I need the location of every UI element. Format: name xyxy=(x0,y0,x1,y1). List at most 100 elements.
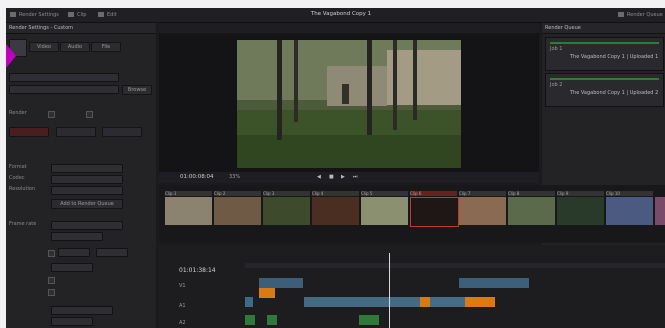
play-reverse-icon[interactable]: ◀ xyxy=(317,174,321,180)
viewer-controls: 01:00:08:04 33% ◀ ■ ▶ ⏭ xyxy=(159,172,539,183)
clip-image xyxy=(165,197,212,225)
video-export-toggle[interactable] xyxy=(9,127,49,137)
clip-label: Clip 2 xyxy=(214,191,261,196)
clip-label: Clip 3 xyxy=(263,191,310,196)
job-title: The Vagabond Copy 1 | Uploaded 2 xyxy=(570,90,659,96)
clip-thumb[interactable]: Clip 1 xyxy=(165,191,212,233)
codec-label: Codec xyxy=(9,175,25,181)
option-checkbox-1[interactable] xyxy=(48,277,55,284)
render-settings-toggle[interactable]: Render Settings xyxy=(10,12,59,18)
render-settings-header: Render Settings - Custom xyxy=(6,23,156,34)
edit-icon xyxy=(98,12,104,17)
codec-select[interactable] xyxy=(51,175,123,184)
render-job-1[interactable]: Job 1 The Vagabond Copy 1 | Uploaded 1 xyxy=(545,37,664,71)
clip-thumb[interactable]: Clip 2 xyxy=(214,191,261,233)
timeline-ruler[interactable] xyxy=(245,263,665,268)
clip-thumb[interactable]: Clip 3 xyxy=(263,191,310,233)
bitrate-field[interactable] xyxy=(51,263,93,272)
clip-label: Clip 6 xyxy=(410,191,457,196)
clip-image xyxy=(361,197,408,225)
individual-clips-radio[interactable] xyxy=(86,111,93,118)
location-input[interactable] xyxy=(9,85,119,94)
encode-checkbox[interactable] xyxy=(48,250,55,257)
clip-label: Clip 4 xyxy=(312,191,359,196)
track-label: A1 xyxy=(179,303,186,309)
timeline-panel: 01:01:38:14 V1 A1 A2 xyxy=(159,245,665,328)
video-clip[interactable] xyxy=(465,297,495,307)
audio-export-toggle[interactable] xyxy=(56,127,96,137)
play-icon[interactable]: ▶ xyxy=(341,174,345,180)
format-select[interactable] xyxy=(51,164,123,173)
track-label: A2 xyxy=(179,320,186,326)
tab-file[interactable]: File xyxy=(91,42,121,52)
render-job-2[interactable]: Job 2 The Vagabond Copy 1 | Uploaded 2 xyxy=(545,73,664,107)
clip-label: Clip 5 xyxy=(361,191,408,196)
viewer-header xyxy=(159,23,539,33)
clip-thumb[interactable]: Clip 7 xyxy=(459,191,506,233)
video-clip[interactable] xyxy=(430,297,465,307)
data-levels-select[interactable] xyxy=(51,306,113,315)
stop-icon[interactable]: ■ xyxy=(329,174,334,180)
quality-field[interactable] xyxy=(96,248,128,257)
clip-image xyxy=(606,197,653,225)
clip-image xyxy=(508,197,555,225)
clip-label: Clip 1 xyxy=(165,191,212,196)
next-frame-icon[interactable]: ⏭ xyxy=(353,174,358,180)
tab-audio[interactable]: Audio xyxy=(60,42,90,52)
job-name: Job 2 xyxy=(550,82,563,88)
file-export-toggle[interactable] xyxy=(102,127,142,137)
clip-image xyxy=(214,197,261,225)
resolution-label: Resolution xyxy=(9,186,36,192)
video-clip[interactable] xyxy=(259,288,275,298)
video-clip[interactable] xyxy=(459,278,529,288)
clip-thumb-selected[interactable]: Clip 6 xyxy=(410,191,459,233)
clip-thumb[interactable]: Clip 4 xyxy=(312,191,359,233)
audio-clip[interactable] xyxy=(359,315,379,325)
add-to-render-queue-button[interactable]: Add to Render Queue xyxy=(51,199,123,209)
top-bar: Render Settings Clip Edit The Vagabond C… xyxy=(6,8,665,23)
clip-thumb[interactable] xyxy=(655,191,665,233)
clip-thumb[interactable]: Clip 8 xyxy=(508,191,555,233)
clip-label: Clip 8 xyxy=(508,191,555,196)
clip-image xyxy=(557,197,604,225)
frame-rate-select[interactable] xyxy=(51,221,123,230)
filename-input[interactable] xyxy=(9,73,119,82)
clip-thumb[interactable]: Clip 5 xyxy=(361,191,408,233)
viewer-panel: 01:00:08:04 33% ◀ ■ ▶ ⏭ xyxy=(159,23,539,183)
render-label: Render xyxy=(9,110,27,116)
encode-select[interactable] xyxy=(58,248,90,257)
video-clip[interactable] xyxy=(304,297,420,307)
clip-thumb[interactable]: Clip 9 xyxy=(557,191,604,233)
data-burn-select[interactable] xyxy=(51,317,93,326)
edit-toggle[interactable]: Edit xyxy=(98,12,117,18)
queue-icon xyxy=(618,12,624,17)
video-clip[interactable] xyxy=(259,278,303,288)
clip-image xyxy=(655,197,665,225)
forest-scene-image xyxy=(237,40,461,168)
render-queue-toggle[interactable]: Render Queue xyxy=(618,12,663,18)
viewer-zoom[interactable]: 33% xyxy=(229,174,240,180)
tab-video[interactable]: Video xyxy=(29,42,59,52)
video-clip[interactable] xyxy=(245,297,253,307)
job-name: Job 1 xyxy=(550,46,563,52)
highlight-arrow xyxy=(6,44,16,68)
single-clip-radio[interactable] xyxy=(48,111,55,118)
clip-label: Clip 9 xyxy=(557,191,604,196)
clip-thumb[interactable]: Clip 10 xyxy=(606,191,653,233)
viewer-frame xyxy=(237,40,461,168)
audio-clip[interactable] xyxy=(267,315,277,325)
browse-button[interactable]: Browse xyxy=(122,85,152,95)
render-queue-header: Render Queue xyxy=(542,23,665,34)
clip-image xyxy=(410,197,459,227)
video-clip[interactable] xyxy=(420,297,430,307)
option-checkbox-2[interactable] xyxy=(48,289,55,296)
clip-icon xyxy=(68,12,74,17)
clip-toggle[interactable]: Clip xyxy=(68,12,86,18)
format-label: Format xyxy=(9,164,27,170)
timeline-timecode: 01:01:38:14 xyxy=(179,267,216,274)
clip-label: Clip 10 xyxy=(606,191,653,196)
playhead[interactable] xyxy=(389,253,390,328)
quality-select[interactable] xyxy=(51,232,103,241)
resolution-select[interactable] xyxy=(51,186,123,195)
audio-clip[interactable] xyxy=(245,315,255,325)
